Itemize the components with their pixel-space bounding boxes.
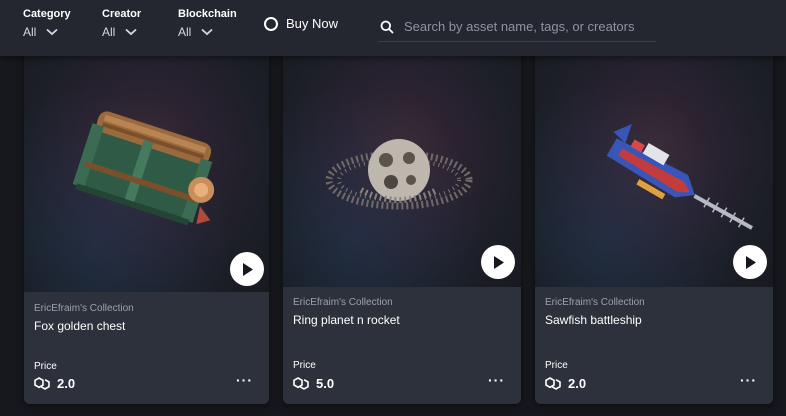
blockchain-filter-value: All: [178, 25, 192, 39]
collection-name[interactable]: EricEfraim's Collection: [545, 297, 645, 308]
blockchain-filter[interactable]: Blockchain All: [178, 8, 237, 39]
chevron-down-icon: [201, 28, 213, 36]
asset-preview[interactable]: [535, 42, 773, 287]
asset-preview[interactable]: [24, 42, 269, 292]
polygon-icon: [545, 377, 561, 390]
price-amount: 5.0: [316, 376, 335, 391]
asset-grid: EricEfraim's Collection Fox golden chest…: [0, 0, 786, 416]
asset-title[interactable]: Sawfish battleship: [545, 313, 642, 327]
chevron-down-icon: [46, 28, 58, 36]
chest-image: [72, 111, 215, 226]
category-filter-value: All: [23, 25, 37, 39]
polygon-icon: [293, 377, 309, 390]
creator-filter-label: Creator: [102, 8, 142, 20]
search-icon: [380, 20, 394, 34]
filter-bar: Category All Creator All Blockchain All …: [0, 0, 786, 56]
search-bar: [378, 12, 656, 42]
play-icon: [746, 255, 756, 269]
play-icon: [494, 255, 504, 269]
play-button[interactable]: [481, 245, 515, 279]
asset-info: EricEfraim's Collection Sawfish battlesh…: [535, 287, 773, 404]
polygon-icon: [34, 377, 50, 390]
price-value: 5.0: [293, 376, 334, 391]
price-value: 2.0: [34, 376, 75, 391]
more-options-button[interactable]: ···: [236, 373, 253, 387]
play-button[interactable]: [230, 252, 264, 286]
buy-now-radio[interactable]: [264, 16, 278, 31]
price-label: Price: [34, 361, 57, 372]
collection-name[interactable]: EricEfraim's Collection: [293, 297, 393, 308]
more-options-button[interactable]: ···: [488, 373, 505, 387]
play-button[interactable]: [733, 245, 767, 279]
buy-now-label: Buy Now: [286, 16, 339, 31]
collection-name[interactable]: EricEfraim's Collection: [34, 303, 134, 314]
search-input[interactable]: [404, 19, 644, 34]
price-amount: 2.0: [57, 376, 76, 391]
more-options-button[interactable]: ···: [740, 373, 757, 387]
play-icon: [243, 262, 253, 276]
asset-title[interactable]: Fox golden chest: [34, 319, 125, 333]
price-label: Price: [293, 360, 316, 371]
creator-filter-value: All: [102, 25, 116, 39]
buy-now-toggle[interactable]: Buy Now: [264, 16, 338, 31]
chevron-down-icon: [125, 28, 137, 36]
price-amount: 2.0: [568, 376, 587, 391]
category-filter-label: Category: [23, 8, 71, 20]
asset-title[interactable]: Ring planet n rocket: [293, 313, 400, 327]
asset-card[interactable]: EricEfraim's Collection Sawfish battlesh…: [535, 42, 773, 404]
blockchain-filter-label: Blockchain: [178, 8, 237, 20]
creator-filter[interactable]: Creator All: [102, 8, 141, 39]
asset-card[interactable]: EricEfraim's Collection Ring planet n ro…: [283, 42, 521, 404]
asset-info: EricEfraim's Collection Ring planet n ro…: [283, 287, 521, 404]
asset-card[interactable]: EricEfraim's Collection Fox golden chest…: [24, 42, 269, 404]
category-filter[interactable]: Category All: [23, 8, 71, 39]
asset-info: EricEfraim's Collection Fox golden chest…: [24, 292, 269, 404]
price-value: 2.0: [545, 376, 586, 391]
asset-preview[interactable]: [283, 42, 521, 287]
price-label: Price: [545, 360, 568, 371]
